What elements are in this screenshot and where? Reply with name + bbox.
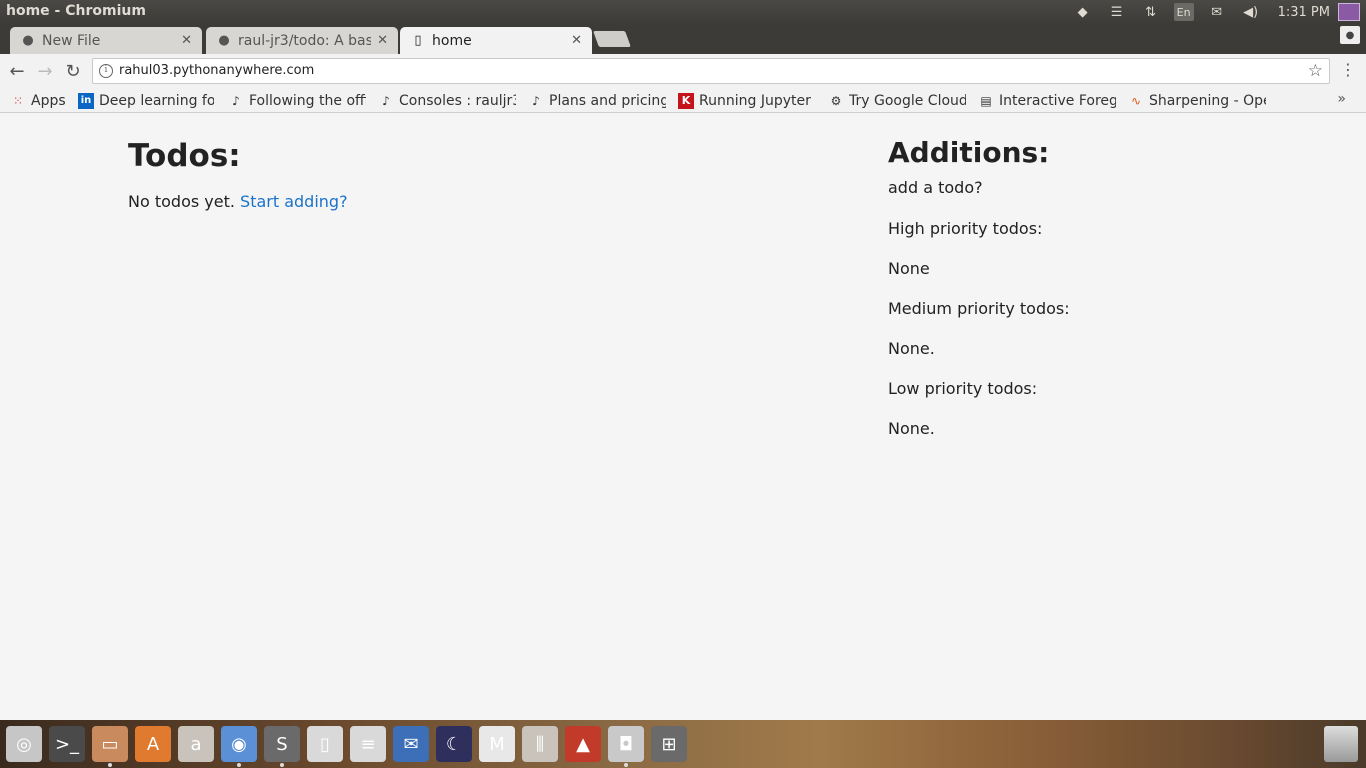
mail-icon[interactable]: ✉ bbox=[1206, 3, 1228, 21]
network-icon[interactable]: ⇅ bbox=[1140, 3, 1162, 21]
camera-icon[interactable]: ◘ bbox=[608, 726, 644, 767]
wave-icon: ∿ bbox=[1130, 93, 1142, 108]
browser-menu-icon[interactable]: ⋮ bbox=[1340, 60, 1356, 79]
software-center-icon[interactable]: A bbox=[135, 726, 171, 762]
add-todo-link[interactable]: add a todo? bbox=[888, 178, 983, 197]
empty-text: No todos yet. bbox=[128, 192, 235, 211]
profile-icon[interactable]: ● bbox=[1340, 26, 1360, 44]
low-priority-label: Low priority todos: bbox=[888, 379, 1038, 398]
dropbox-icon[interactable]: ◆ bbox=[1072, 3, 1094, 21]
thunderbird-icon[interactable]: ✉ bbox=[393, 726, 429, 762]
bookmark-following[interactable]: ♪ Following the offi bbox=[228, 91, 366, 110]
pythonanywhere-icon: ♪ bbox=[232, 93, 240, 108]
bookmark-apps[interactable]: ⁙ Apps bbox=[10, 91, 72, 110]
ubuntu-dash-icon[interactable]: ◎ bbox=[6, 726, 42, 762]
tab-label: raul-jr3/todo: A bas bbox=[238, 32, 372, 49]
page-icon: ▯ bbox=[414, 33, 422, 48]
terminal-icon[interactable]: >_ bbox=[49, 726, 85, 762]
pythonanywhere-icon: ♪ bbox=[532, 93, 540, 108]
apps-grid-icon: ⁙ bbox=[12, 93, 24, 108]
keyboard-language-indicator[interactable]: En bbox=[1173, 3, 1194, 21]
medium-priority-label: Medium priority todos: bbox=[888, 299, 1070, 318]
writer-icon[interactable]: ≡ bbox=[350, 726, 386, 762]
title-bar: home - Chromium ◆ ☰ ⇅ En ✉ ◀) 1:31 PM bbox=[0, 0, 1366, 24]
bookmark-running-jupyter[interactable]: K Running Jupyter bbox=[678, 91, 816, 110]
night-sky-icon[interactable]: ☾ bbox=[436, 726, 472, 762]
clock[interactable]: 1:31 PM bbox=[1278, 5, 1330, 20]
file-manager-icon[interactable]: ▭ bbox=[92, 726, 128, 767]
address-bar[interactable]: i rahul03.pythonanywhere.com ☆ bbox=[92, 58, 1330, 84]
bookmark-deep-learning[interactable]: in Deep learning fo bbox=[78, 91, 214, 110]
notes-menu-icon[interactable]: ☰ bbox=[1106, 3, 1128, 21]
bookmark-consoles[interactable]: ♪ Consoles : rauljr3 bbox=[378, 91, 516, 110]
bookmark-interactive-foreground[interactable]: ▤ Interactive Foreg bbox=[978, 91, 1116, 110]
high-priority-value: None bbox=[888, 259, 930, 278]
new-tab-button[interactable] bbox=[593, 31, 631, 47]
document-icon: ▤ bbox=[980, 93, 992, 108]
back-arrow-icon[interactable]: ← bbox=[6, 60, 28, 82]
close-icon[interactable]: ✕ bbox=[181, 33, 192, 48]
bookmark-google-cloud[interactable]: ⚙ Try Google Cloud bbox=[828, 91, 966, 110]
launcher-bar: ◎ >_ ▭ A a ◉ S ▯ ≡ ✉ ☾ M ⫼ ▲ ◘ ⊞ bbox=[0, 720, 1366, 768]
tab-strip: ● New File ✕ ● raul-jr3/todo: A bas ✕ ▯ … bbox=[0, 24, 1366, 54]
todos-heading: Todos: bbox=[128, 138, 241, 174]
site-info-icon[interactable]: i bbox=[99, 64, 113, 78]
tab-raul-jr3-todo[interactable]: ● raul-jr3/todo: A bas ✕ bbox=[206, 27, 398, 54]
tab-label: home bbox=[432, 32, 472, 49]
github-icon: ● bbox=[22, 33, 34, 48]
low-priority-value: None. bbox=[888, 419, 935, 438]
more-bookmarks-chevron-icon[interactable]: » bbox=[1337, 91, 1346, 107]
bookmark-sharpening[interactable]: ∿ Sharpening - Ope bbox=[1128, 91, 1266, 110]
tab-new-file[interactable]: ● New File ✕ bbox=[10, 27, 202, 54]
reload-icon[interactable]: ↻ bbox=[62, 60, 84, 82]
close-icon[interactable]: ✕ bbox=[377, 33, 388, 48]
trash-icon[interactable] bbox=[1324, 726, 1358, 762]
chromium-icon[interactable]: ◉ bbox=[221, 726, 257, 767]
page-content: Todos: No todos yet. Start adding? Addit… bbox=[0, 114, 1366, 720]
settings-icon[interactable]: ⫼ bbox=[522, 726, 558, 762]
sublime-text-icon[interactable]: S bbox=[264, 726, 300, 767]
workspaces-icon[interactable]: ⊞ bbox=[651, 726, 687, 762]
volume-icon[interactable]: ◀) bbox=[1240, 3, 1262, 21]
pythonanywhere-icon: ♪ bbox=[382, 93, 390, 108]
additions-heading: Additions: bbox=[888, 136, 1050, 169]
todos-empty-message: No todos yet. Start adding? bbox=[128, 192, 348, 211]
medium-priority-value: None. bbox=[888, 339, 935, 358]
close-icon[interactable]: ✕ bbox=[571, 33, 582, 48]
race-car-icon[interactable]: ▲ bbox=[565, 726, 601, 762]
bookmarks-bar: ⁙ Apps in Deep learning fo ♪ Following t… bbox=[0, 88, 1366, 113]
start-adding-link[interactable]: Start adding? bbox=[240, 192, 348, 211]
tab-label: New File bbox=[42, 32, 101, 49]
amazon-icon[interactable]: a bbox=[178, 726, 214, 762]
k-icon: K bbox=[678, 92, 694, 109]
system-tray: ◆ ☰ ⇅ En ✉ ◀) 1:31 PM bbox=[1066, 0, 1366, 24]
bookmark-plans[interactable]: ♪ Plans and pricing bbox=[528, 91, 666, 110]
session-menu-icon[interactable] bbox=[1338, 3, 1360, 21]
linkedin-icon: in bbox=[78, 92, 94, 109]
github-icon: ● bbox=[218, 33, 230, 48]
tab-home[interactable]: ▯ home ✕ bbox=[400, 27, 592, 54]
blank-document-icon[interactable]: ▯ bbox=[307, 726, 343, 762]
window-title: home - Chromium bbox=[6, 3, 146, 19]
high-priority-label: High priority todos: bbox=[888, 219, 1043, 238]
url-text[interactable]: rahul03.pythonanywhere.com bbox=[119, 63, 314, 78]
gmail-icon[interactable]: M bbox=[479, 726, 515, 762]
gear-icon: ⚙ bbox=[830, 93, 842, 108]
browser-toolbar: ← → ↻ i rahul03.pythonanywhere.com ☆ bbox=[0, 54, 1366, 88]
forward-arrow-icon[interactable]: → bbox=[34, 60, 56, 82]
bookmark-star-icon[interactable]: ☆ bbox=[1308, 61, 1323, 81]
